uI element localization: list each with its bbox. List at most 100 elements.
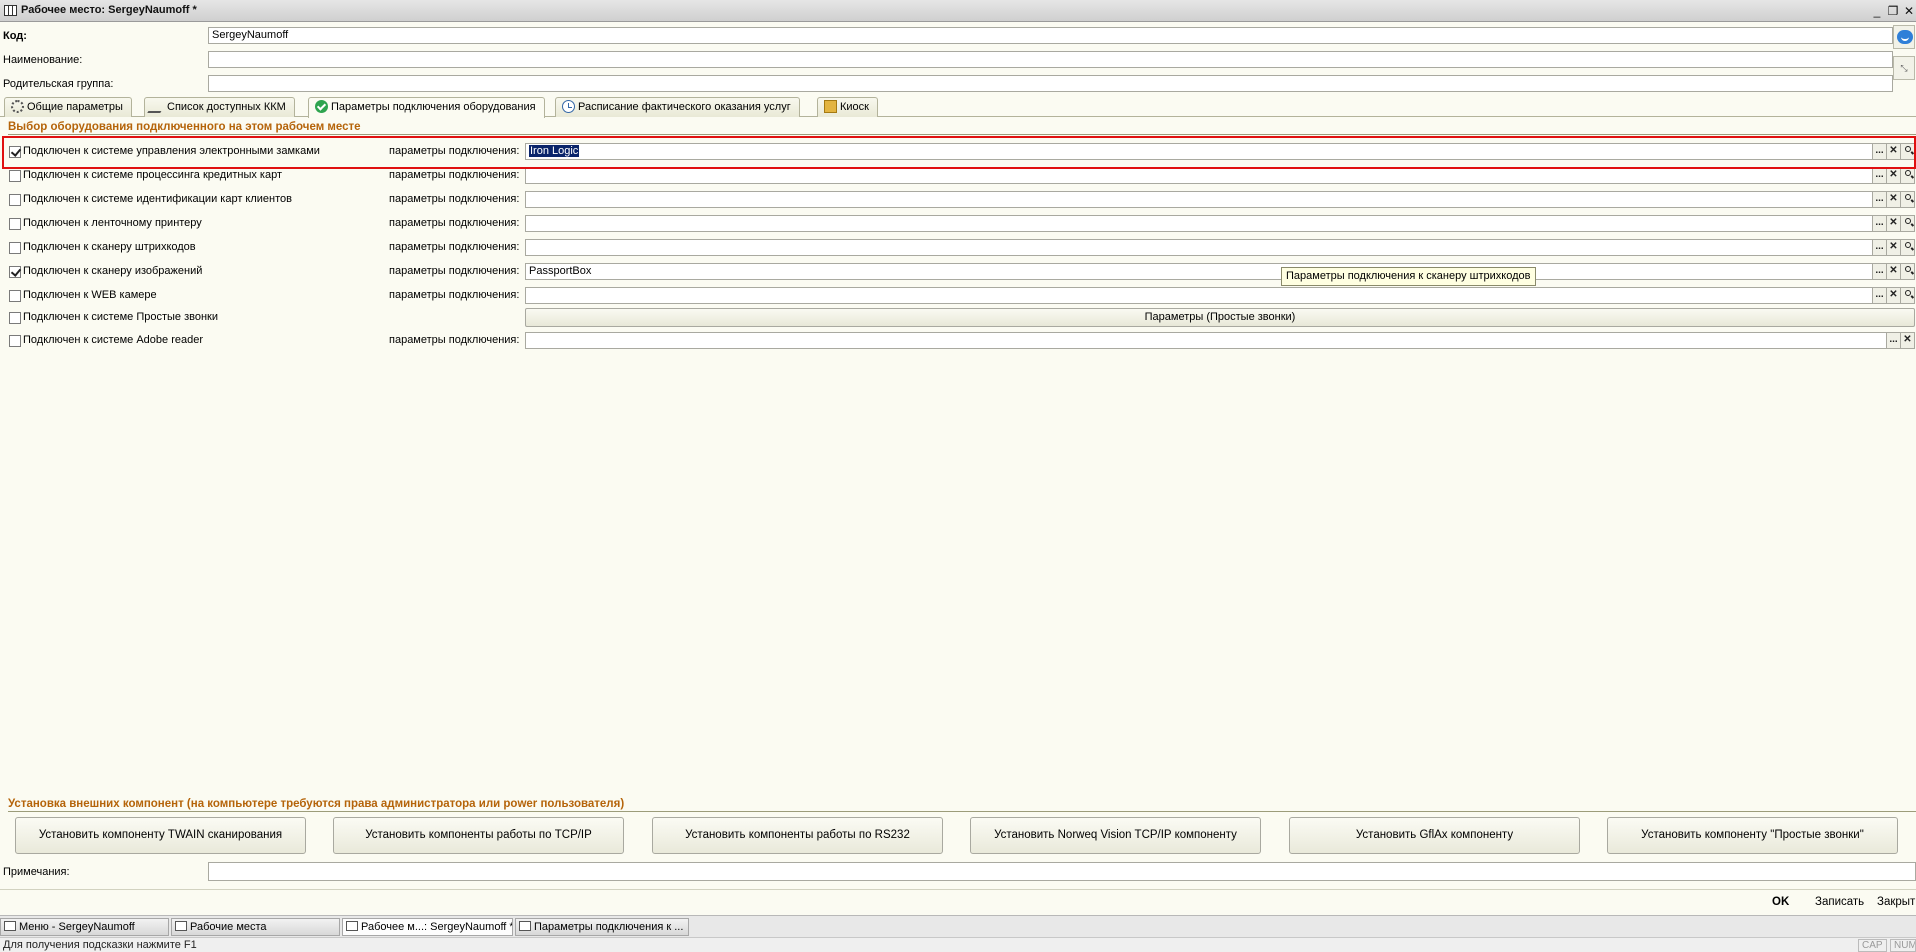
window-title: Рабочее место: SergeyNaumoff * [21, 4, 197, 16]
clear-button[interactable]: ✕ [1887, 287, 1901, 304]
select-button[interactable]: ... [1873, 215, 1887, 232]
action-bar: OK Записать Закрыть [0, 889, 1916, 915]
expand-icon: ⤡ [1900, 63, 1908, 73]
tape-printer-label: Подключен к ленточному принтеру [23, 217, 202, 229]
search-button[interactable] [1901, 263, 1915, 280]
minimize-button[interactable]: _ [1869, 3, 1885, 19]
window-icon [175, 921, 187, 931]
equipment-row-client-cards: Подключен к системе идентификации карт к… [0, 190, 1916, 209]
equipment-row-simple-calls: Подключен к системе Простые звонки Парам… [0, 308, 1916, 327]
code-input[interactable]: SergeyNaumoff [208, 27, 1893, 44]
select-button[interactable]: ... [1873, 263, 1887, 280]
simple-calls-params-button[interactable]: Параметры (Простые звонки) [525, 308, 1915, 327]
parent-group-input[interactable] [208, 75, 1893, 92]
install-group-title: Установка внешних компонент (на компьюте… [8, 798, 625, 810]
select-button[interactable]: ... [1887, 332, 1901, 349]
search-button[interactable] [1901, 167, 1915, 184]
equipment-row-adobe-reader: Подключен к системе Adobe reader парамет… [0, 331, 1916, 350]
param-label: параметры подключения: [389, 265, 520, 277]
check-icon [315, 100, 328, 113]
tab-strip: Общие параметры Список доступных ККМ Пар… [0, 96, 1916, 118]
install-twain-button[interactable]: Установить компоненту TWAIN сканирования [15, 817, 306, 854]
clear-button[interactable]: ✕ [1887, 263, 1901, 280]
clear-button[interactable]: ✕ [1887, 239, 1901, 256]
search-button[interactable] [1901, 287, 1915, 304]
tab-kiosk[interactable]: Киоск [817, 97, 878, 117]
search-button[interactable] [1901, 191, 1915, 208]
install-gflax-button[interactable]: Установить GflAx компоненту [1289, 817, 1580, 854]
pen-icon [147, 100, 168, 113]
clear-button[interactable]: ✕ [1901, 332, 1915, 349]
credit-cards-param-input[interactable] [525, 167, 1873, 184]
search-button[interactable] [1901, 215, 1915, 232]
code-label: Код: [3, 30, 27, 42]
barcode-scanner-param-input[interactable] [525, 239, 1873, 256]
image-scanner-checkbox[interactable] [9, 266, 21, 278]
task-workplace-current[interactable]: Рабочее м...: SergeyNaumoff * [342, 918, 513, 936]
web-camera-param-input[interactable] [525, 287, 1873, 304]
search-icon [1904, 170, 1911, 176]
select-button[interactable]: ... [1873, 239, 1887, 256]
equipment-row-tape-printer: Подключен к ленточному принтеру параметр… [0, 214, 1916, 233]
simple-calls-checkbox[interactable] [9, 312, 21, 324]
clear-button[interactable]: ✕ [1887, 191, 1901, 208]
equipment-group-title: Выбор оборудования подключенного на этом… [8, 121, 361, 133]
tab-equipment[interactable]: Параметры подключения оборудования [308, 97, 545, 118]
task-connection-params[interactable]: Параметры подключения к ... [515, 918, 689, 936]
image-scanner-param-input[interactable]: PassportBox [525, 263, 1873, 280]
status-hint: Для получения подсказки нажмите F1 [3, 939, 197, 951]
adobe-reader-param-input[interactable] [525, 332, 1887, 349]
tab-general[interactable]: Общие параметры [4, 97, 132, 117]
install-simple-calls-button[interactable]: Установить компоненту "Простые звонки" [1607, 817, 1898, 854]
window-title-bar: Рабочее место: SergeyNaumoff * _ ❐ ✕ [0, 0, 1916, 22]
credit-cards-checkbox[interactable] [9, 170, 21, 182]
window-icon [519, 921, 531, 931]
tooltip: Параметры подключения к сканеру штрихкод… [1281, 267, 1536, 286]
name-input[interactable] [208, 51, 1893, 68]
select-button[interactable]: ... [1873, 287, 1887, 304]
client-cards-checkbox[interactable] [9, 194, 21, 206]
status-bar: Для получения подсказки нажмите F1 CAP N… [0, 937, 1916, 952]
barcode-scanner-label: Подключен к сканеру штрихкодов [23, 241, 196, 253]
restore-button[interactable]: ❐ [1885, 3, 1901, 19]
install-tcpip-button[interactable]: Установить компоненты работы по TCP/IP [333, 817, 624, 854]
search-icon [1904, 218, 1911, 224]
client-cards-label: Подключен к системе идентификации карт к… [23, 193, 292, 205]
barcode-scanner-checkbox[interactable] [9, 242, 21, 254]
select-button[interactable]: ... [1873, 167, 1887, 184]
clear-button[interactable]: ✕ [1887, 215, 1901, 232]
tape-printer-checkbox[interactable] [9, 218, 21, 230]
chat-side-button[interactable] [1893, 25, 1915, 49]
window-icon [346, 921, 358, 931]
notes-input[interactable] [208, 862, 1916, 881]
tape-printer-param-input[interactable] [525, 215, 1873, 232]
web-camera-label: Подключен к WEB камере [23, 289, 157, 301]
task-workplaces[interactable]: Рабочие места [171, 918, 340, 936]
save-button[interactable]: Записать [1815, 896, 1864, 908]
param-label: параметры подключения: [389, 334, 520, 346]
kiosk-icon [824, 100, 837, 113]
tab-kkm-list[interactable]: Список доступных ККМ [144, 97, 295, 117]
simple-calls-label: Подключен к системе Простые звонки [23, 311, 218, 323]
gear-icon [11, 100, 24, 113]
close-window-button[interactable]: ✕ [1901, 3, 1916, 19]
task-menu[interactable]: Меню - SergeyNaumoff [0, 918, 169, 936]
clear-button[interactable]: ✕ [1887, 167, 1901, 184]
tab-schedule[interactable]: Расписание фактического оказания услуг [555, 97, 800, 117]
install-rs232-button[interactable]: Установить компоненты работы по RS232 [652, 817, 943, 854]
client-cards-param-input[interactable] [525, 191, 1873, 208]
clock-icon [562, 100, 575, 113]
adobe-reader-checkbox[interactable] [9, 335, 21, 347]
search-button[interactable] [1901, 239, 1915, 256]
web-camera-checkbox[interactable] [9, 290, 21, 302]
install-norweq-button[interactable]: Установить Norweq Vision TCP/IP компонен… [970, 817, 1261, 854]
param-label: параметры подключения: [389, 193, 520, 205]
install-separator [8, 811, 1916, 812]
select-button[interactable]: ... [1873, 191, 1887, 208]
credit-cards-label: Подключен к системе процессинга кредитны… [23, 169, 283, 181]
ok-button[interactable]: OK [1772, 896, 1789, 908]
expand-side-button[interactable]: ⤡ [1893, 56, 1915, 80]
close-button[interactable]: Закрыть [1877, 896, 1916, 908]
search-icon [1904, 266, 1911, 272]
window-icon [4, 5, 17, 16]
